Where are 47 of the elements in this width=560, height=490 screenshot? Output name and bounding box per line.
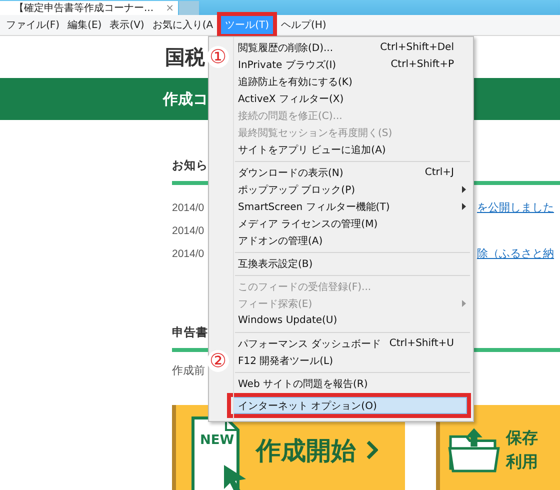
document-icon (190, 415, 246, 490)
card-title: 保存 (506, 427, 538, 449)
menu-item[interactable]: 追跡防止を有効にする(K) (233, 73, 471, 90)
menu-item[interactable]: 閲覧履歴の削除(D)... Ctrl+Shift+Del (233, 39, 471, 56)
menu-bar-item[interactable]: ファイル(F) (2, 16, 64, 34)
new-tab-button[interactable] (179, 1, 199, 15)
new-label: NEW (200, 433, 234, 448)
resume-card[interactable]: 保存 利用 (436, 405, 560, 490)
menu-item[interactable]: Web サイトの問題を報告(R) (233, 375, 471, 392)
news-link[interactable]: 除（ふるさと納 (477, 246, 554, 261)
menu-bar-item[interactable]: お気に入り(A (148, 16, 218, 34)
menu-item[interactable]: ダウンロードの表示(N) Ctrl+J (233, 164, 471, 181)
intro-text: 作成前 (172, 362, 205, 378)
shortcut-text: Ctrl+J (424, 167, 454, 178)
menu-item[interactable]: ActiveX フィルター(X) (233, 90, 471, 107)
shortcut-text: Ctrl+Shift+Del (380, 42, 454, 53)
menu-item[interactable]: アドオンの管理(A) (233, 232, 471, 249)
menu-item[interactable]: パフォーマンス ダッシュボード Ctrl+Shift+U (233, 335, 471, 352)
menu-item[interactable]: F12 開発者ツール(L) (233, 352, 471, 369)
site-title: 国税 (165, 44, 205, 70)
news-date: 2014/0 (172, 248, 204, 260)
menu-item[interactable]: ポップアップ ブロック(P) (233, 181, 471, 198)
section-heading: 申告書 (172, 324, 208, 340)
menu-item[interactable]: InPrivate ブラウズ(I) Ctrl+Shift+P (233, 56, 471, 73)
menu-item[interactable]: メディア ライセンスの管理(M) (233, 215, 471, 232)
menu-item[interactable]: サイトをアプリ ビューに追加(A) (233, 141, 471, 158)
shortcut-text: Ctrl+Shift+P (390, 59, 454, 70)
news-date: 2014/0 (172, 202, 204, 214)
menu-item[interactable]: 互換表示設定(B) (233, 255, 471, 272)
banner-title: 作成コ (163, 90, 208, 108)
section-heading: お知ら (172, 158, 208, 172)
news-date: 2014/0 (172, 224, 204, 236)
menu-bar-item[interactable]: 表示(V) (106, 16, 148, 34)
shortcut-text: Ctrl+Shift+U (389, 338, 454, 349)
menu-bar-item[interactable]: 編集(E) (64, 16, 106, 34)
card-title: 利用 (506, 451, 538, 473)
tab-title: 【確定申告書等作成コーナー... (14, 2, 154, 15)
news-link[interactable]: を公開しました (477, 200, 554, 215)
menu-bar-item[interactable]: ヘルプ(H) (277, 16, 330, 34)
close-tab-button[interactable]: × (166, 2, 174, 14)
browser-tab[interactable]: 【確定申告書等作成コーナー... × (0, 1, 178, 15)
folder-upload-icon (448, 426, 500, 474)
menu-item[interactable]: Windows Update(U) (233, 312, 471, 329)
chevron-icon (366, 440, 378, 460)
menu-item[interactable]: SmartScreen フィルター機能(T) (233, 198, 471, 215)
menu-item[interactable]: インターネット オプション(O) (233, 397, 467, 414)
card-title: 作成開始 (256, 434, 356, 466)
